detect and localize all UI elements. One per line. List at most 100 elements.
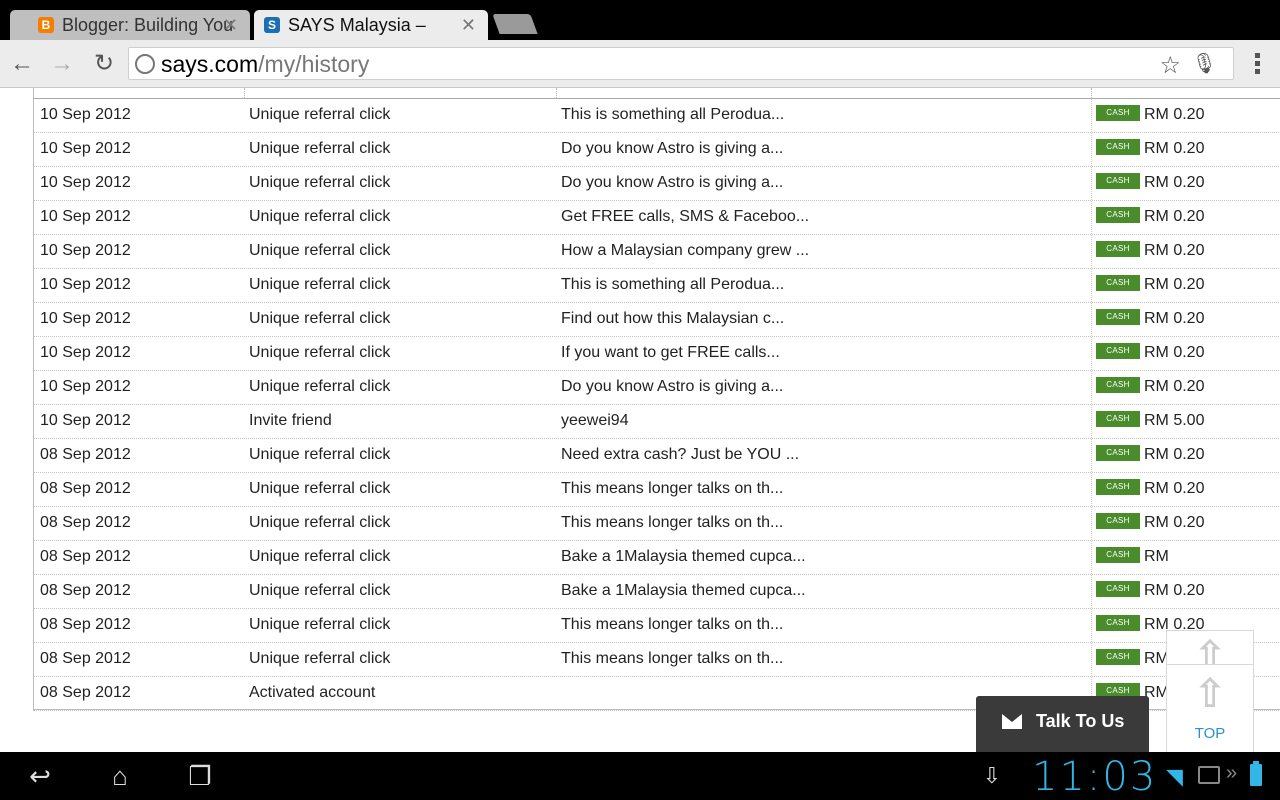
close-icon[interactable]: ✕ — [223, 10, 238, 40]
row-amount: RM 0.20 — [1144, 208, 1205, 225]
page-content[interactable]: 10 Sep 2012 Unique referral click This is … — [0, 88, 1280, 752]
cash-badge: CASH — [1096, 139, 1140, 155]
row-description[interactable]: Do you know Astro is giving a... — [561, 174, 783, 192]
recent-apps-icon[interactable]: ❐ — [180, 760, 220, 792]
row-description[interactable]: Bake a 1Malaysia themed cupca... — [561, 548, 806, 566]
talk-to-us-button[interactable]: Talk To Us — [976, 696, 1149, 752]
mail-icon — [1002, 714, 1022, 729]
row-date: 10 Sep 2012 — [40, 174, 131, 191]
back-to-top-button[interactable]: ⇧ TOP — [1166, 664, 1254, 752]
close-icon[interactable]: ✕ — [461, 10, 476, 40]
menu-icon[interactable] — [1252, 50, 1262, 78]
row-description[interactable]: Need extra cash? Just be YOU ... — [561, 446, 799, 464]
blogger-icon: B — [38, 17, 54, 33]
table-row: 08 Sep 2012 Unique referral click This mea… — [34, 473, 1280, 507]
table-row: 08 Sep 2012 Unique referral click Bake a 1… — [34, 575, 1280, 609]
table-row: 10 Sep 2012 Unique referral click If you w… — [34, 337, 1280, 371]
chevron-right-icon: » — [1226, 762, 1238, 784]
row-amount: RM 0.20 — [1144, 378, 1205, 395]
back-arrow-icon[interactable]: ← — [8, 50, 36, 78]
tab-blogger[interactable]: B Blogger: Building You ✕ — [10, 10, 250, 40]
row-description[interactable]: Do you know Astro is giving a... — [561, 378, 783, 396]
tab-strip: B Blogger: Building You ✕ S SAYS Malaysi… — [0, 0, 1280, 40]
row-date: 08 Sep 2012 — [40, 650, 131, 667]
tab-title: SAYS Malaysia – — [288, 15, 426, 35]
row-description[interactable]: This means longer talks on th... — [561, 480, 783, 498]
reload-icon[interactable]: ↻ — [90, 50, 118, 78]
row-description[interactable]: Do you know Astro is giving a... — [561, 140, 783, 158]
cash-badge: CASH — [1096, 581, 1140, 597]
microphone-icon[interactable]: 🎙 — [1192, 51, 1217, 76]
row-amount: RM 0.20 — [1144, 174, 1205, 191]
back-icon[interactable]: ↩ — [20, 760, 60, 792]
table-row: 08 Sep 2012 Unique referral click This mea… — [34, 609, 1280, 643]
row-description[interactable]: This means longer talks on th... — [561, 514, 783, 532]
row-type: Unique referral click — [249, 480, 391, 497]
wifi-icon: ◥ — [1166, 764, 1183, 789]
row-description[interactable]: This is something all Perodua... — [561, 276, 784, 294]
cash-badge: CASH — [1096, 377, 1140, 393]
talk-to-us-label: Talk To Us — [1036, 711, 1125, 731]
row-amount: RM 0.20 — [1144, 446, 1205, 463]
row-type: Unique referral click — [249, 106, 391, 123]
cash-badge: CASH — [1096, 207, 1140, 223]
row-description[interactable]: yeewei94 — [561, 412, 629, 430]
row-type: Unique referral click — [249, 344, 391, 361]
cash-badge: CASH — [1096, 343, 1140, 359]
row-date: 08 Sep 2012 — [40, 548, 131, 565]
row-amount: RM 0.20 — [1144, 582, 1205, 599]
bookmark-star-icon[interactable]: ☆ — [1159, 51, 1181, 80]
row-description[interactable]: This means longer talks on th... — [561, 650, 783, 668]
cash-badge: CASH — [1096, 513, 1140, 529]
row-type: Unique referral click — [249, 616, 391, 633]
row-amount: RM 5.00 — [1144, 412, 1205, 429]
table-row: 10 Sep 2012 Unique referral click Get FREE… — [34, 201, 1280, 235]
row-amount: RM 0.20 — [1144, 276, 1205, 293]
cash-badge: CASH — [1096, 275, 1140, 291]
new-tab-button[interactable] — [492, 14, 538, 34]
clock[interactable]: 11:03 — [1032, 754, 1157, 800]
forward-arrow-icon[interactable]: → — [48, 50, 76, 78]
download-icon[interactable]: ⇩ — [972, 760, 1012, 792]
row-description[interactable]: Find out how this Malaysian c... — [561, 310, 784, 328]
row-type: Unique referral click — [249, 310, 391, 327]
row-description[interactable]: How a Malaysian company grew ... — [561, 242, 809, 260]
table-row: 08 Sep 2012 Unique referral click This mea… — [34, 643, 1280, 677]
row-type: Activated account — [249, 684, 376, 701]
row-type: Unique referral click — [249, 650, 391, 667]
system-bar: ↩ ⌂ ❐ ⇩ 11:03 ◥ » — [0, 752, 1280, 800]
history-table: 10 Sep 2012 Unique referral click This is … — [33, 88, 1280, 711]
address-bar[interactable]: says.com/my/history ☆ 🎙 — [128, 47, 1234, 80]
row-date: 10 Sep 2012 — [40, 242, 131, 259]
row-date: 10 Sep 2012 — [40, 140, 131, 157]
row-type: Unique referral click — [249, 174, 391, 191]
table-row: 10 Sep 2012 Unique referral click Do you k… — [34, 371, 1280, 405]
row-date: 10 Sep 2012 — [40, 344, 131, 361]
table-row: 08 Sep 2012 Unique referral click Need ext… — [34, 439, 1280, 473]
row-description[interactable]: Bake a 1Malaysia themed cupca... — [561, 582, 806, 600]
cash-badge: CASH — [1096, 173, 1140, 189]
row-amount: RM 0.20 — [1144, 140, 1205, 157]
table-header — [34, 88, 1280, 99]
row-date: 08 Sep 2012 — [40, 480, 131, 497]
cash-badge: CASH — [1096, 649, 1140, 665]
home-icon[interactable]: ⌂ — [100, 760, 140, 792]
battery-icon — [1250, 761, 1262, 786]
row-description[interactable]: This means longer talks on th... — [561, 616, 783, 634]
table-row: 08 Sep 2012 Unique referral click Bake a 1… — [34, 541, 1280, 575]
row-description[interactable]: This is something all Perodua... — [561, 106, 784, 124]
row-description[interactable]: Get FREE calls, SMS & Faceboo... — [561, 208, 809, 226]
row-date: 10 Sep 2012 — [40, 412, 131, 429]
cash-badge: CASH — [1096, 309, 1140, 325]
tab-says[interactable]: S SAYS Malaysia – ✕ — [254, 10, 488, 40]
row-date: 10 Sep 2012 — [40, 106, 131, 123]
table-row: 10 Sep 2012 Unique referral click This is … — [34, 99, 1280, 133]
row-type: Unique referral click — [249, 276, 391, 293]
row-type: Invite friend — [249, 412, 332, 429]
row-description[interactable]: If you want to get FREE calls... — [561, 344, 780, 362]
cash-badge: CASH — [1096, 445, 1140, 461]
row-amount: RM 0.20 — [1144, 344, 1205, 361]
url-host: says.com — [161, 51, 259, 77]
row-date: 08 Sep 2012 — [40, 582, 131, 599]
address-text[interactable]: says.com/my/history — [161, 51, 369, 78]
